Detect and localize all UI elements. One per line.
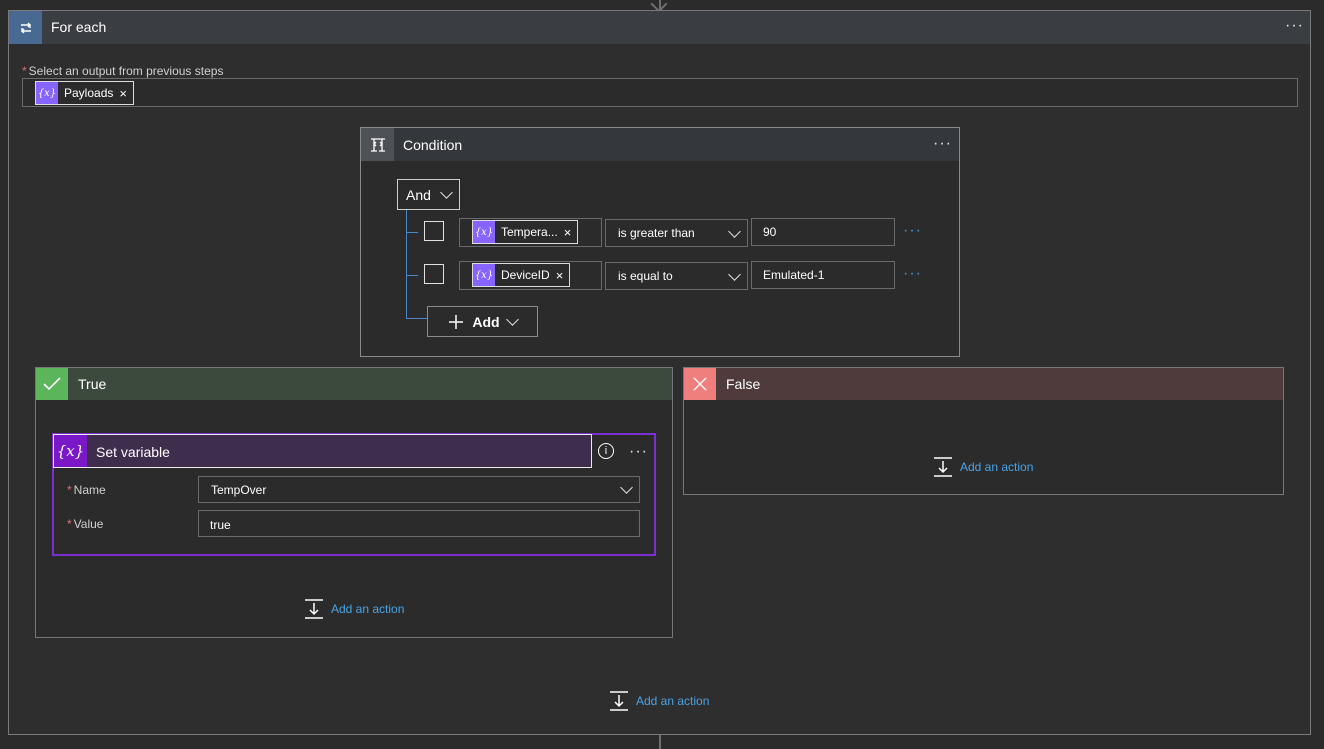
- value-input[interactable]: true: [198, 510, 640, 537]
- name-label: * Name: [67, 483, 106, 497]
- row2-operator-select[interactable]: is equal to: [605, 262, 748, 290]
- row2-operator-value: is equal to: [618, 269, 673, 283]
- true-branch-title: True: [78, 376, 107, 392]
- foreach-title: For each: [51, 19, 107, 35]
- required-marker: *: [67, 517, 72, 531]
- row1-more-icon[interactable]: ···: [903, 222, 922, 240]
- name-select-value: TempOver: [211, 482, 267, 497]
- variable-icon: {𝑥}: [54, 435, 87, 467]
- chevron-down-icon: [505, 313, 519, 326]
- loop-icon: [9, 11, 42, 44]
- tree-line-row1: [406, 232, 418, 233]
- select-output-field[interactable]: {𝑥} Payloads ×: [22, 78, 1298, 107]
- set-variable-header[interactable]: {𝑥} Set variable: [53, 434, 592, 468]
- foreach-add-action[interactable]: Add an action: [608, 690, 709, 712]
- add-condition-label: Add: [472, 313, 500, 330]
- row1-checkbox[interactable]: [424, 221, 444, 241]
- expression-icon: {𝑥}: [473, 221, 495, 243]
- chevron-down-icon: [440, 186, 453, 199]
- chevron-down-icon: [728, 224, 741, 238]
- row1-token[interactable]: {𝑥} Tempera... ×: [472, 220, 579, 244]
- row2-token[interactable]: {𝑥} DeviceID ×: [472, 263, 571, 287]
- bottom-connector: [659, 735, 661, 749]
- payloads-token-text: Payloads: [64, 86, 114, 100]
- info-icon[interactable]: i: [598, 443, 614, 459]
- row1-value-input[interactable]: 90: [751, 218, 895, 246]
- remove-token-icon[interactable]: ×: [564, 225, 578, 240]
- chevron-down-icon: [620, 481, 633, 494]
- row2-token-text: DeviceID: [501, 268, 550, 282]
- expression-icon: {𝑥}: [473, 264, 495, 286]
- value-label-text: Value: [73, 517, 104, 531]
- check-icon: [36, 368, 68, 400]
- true-add-action-label: Add an action: [331, 602, 405, 616]
- group-operator-select[interactable]: And: [397, 179, 460, 210]
- tree-line-row2: [406, 275, 418, 276]
- foreach-add-action-label: Add an action: [636, 694, 710, 708]
- false-add-action-label: Add an action: [960, 460, 1034, 474]
- false-branch-header[interactable]: False: [684, 368, 1283, 400]
- tree-line-add: [406, 318, 428, 319]
- false-branch-title: False: [726, 376, 761, 392]
- remove-token-icon[interactable]: ×: [119, 86, 133, 101]
- add-action-icon: [305, 599, 323, 619]
- condition-header[interactable]: Condition ···: [361, 128, 959, 161]
- row2-checkbox[interactable]: [424, 264, 444, 284]
- row2-left-operand[interactable]: {𝑥} DeviceID ×: [459, 261, 602, 290]
- condition-title: Condition: [403, 137, 463, 153]
- value-label: * Value: [67, 517, 103, 531]
- foreach-more-icon[interactable]: ···: [1285, 18, 1304, 34]
- required-marker: *: [22, 64, 27, 78]
- name-select[interactable]: TempOver: [198, 476, 640, 503]
- close-icon: [684, 368, 716, 400]
- chevron-down-icon: [728, 267, 741, 281]
- add-condition-button[interactable]: Add: [427, 306, 538, 337]
- condition-card: Condition ··· And {𝑥} Tempera... × is gr…: [360, 127, 960, 357]
- row1-left-operand[interactable]: {𝑥} Tempera... ×: [459, 218, 602, 247]
- false-branch-card: False Add an action: [683, 367, 1284, 495]
- row2-more-icon[interactable]: ···: [903, 265, 922, 283]
- row1-value-text: 90: [763, 225, 777, 239]
- group-operator-value: And: [406, 186, 431, 203]
- true-add-action[interactable]: Add an action: [303, 598, 404, 620]
- row1-operator-select[interactable]: is greater than: [605, 219, 748, 247]
- set-variable-title: Set variable: [96, 444, 170, 460]
- name-label-text: Name: [73, 483, 106, 497]
- foreach-header[interactable]: For each ···: [9, 11, 1310, 44]
- row1-token-text: Tempera...: [501, 225, 558, 239]
- row2-value-text: Emulated-1: [763, 268, 825, 282]
- select-output-label: * Select an output from previous steps: [22, 64, 223, 78]
- tree-line-vertical: [406, 210, 407, 318]
- false-add-action[interactable]: Add an action: [932, 456, 1033, 478]
- set-variable-more-icon[interactable]: ···: [629, 444, 648, 460]
- value-input-text: true: [210, 518, 231, 532]
- select-output-label-text: Select an output from previous steps: [28, 64, 224, 78]
- true-branch-header[interactable]: True: [36, 368, 672, 400]
- expression-icon: {𝑥}: [36, 82, 58, 104]
- condition-icon: [361, 128, 394, 161]
- add-action-icon: [934, 457, 952, 477]
- required-marker: *: [67, 483, 72, 497]
- condition-more-icon[interactable]: ···: [933, 136, 952, 152]
- payloads-token[interactable]: {𝑥} Payloads ×: [35, 81, 134, 105]
- row2-value-input[interactable]: Emulated-1: [751, 261, 895, 289]
- remove-token-icon[interactable]: ×: [556, 268, 570, 283]
- add-action-icon: [610, 691, 628, 711]
- plus-icon: [449, 314, 464, 329]
- set-variable-card: {𝑥} Set variable i ··· * Name TempOver * V…: [52, 433, 656, 556]
- row1-operator-value: is greater than: [618, 226, 695, 240]
